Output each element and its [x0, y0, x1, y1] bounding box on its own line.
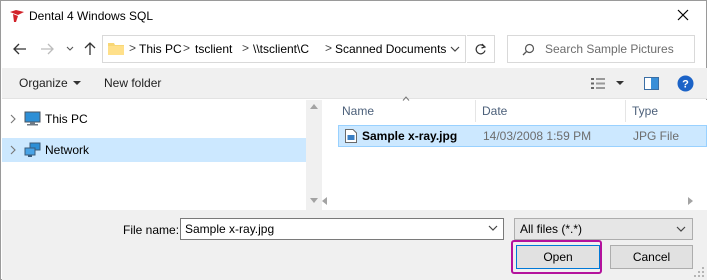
refresh-icon [475, 43, 487, 54]
navigation-pane: This PC Network [2, 100, 320, 210]
column-divider[interactable] [475, 100, 476, 122]
file-list-scrollbar[interactable] [322, 192, 707, 210]
chevron-down-icon [66, 46, 74, 51]
file-type-filter-value: All files (*.*) [520, 222, 583, 236]
image-file-icon [345, 129, 357, 143]
forward-button[interactable] [38, 39, 56, 59]
file-type: JPG File [633, 129, 680, 143]
breadcrumb-separator: > [242, 41, 250, 55]
file-date: 14/03/2008 1:59 PM [483, 129, 592, 143]
column-header-type[interactable]: Type [632, 100, 658, 122]
column-divider[interactable] [625, 100, 626, 122]
computer-icon [24, 111, 41, 126]
organize-menu[interactable]: Organize [19, 76, 81, 90]
breadcrumb-this-pc[interactable]: This PC [139, 42, 182, 56]
refresh-button[interactable] [467, 35, 495, 63]
breadcrumb-separator: > [129, 41, 137, 55]
organize-label: Organize [19, 76, 68, 90]
scroll-right-icon[interactable] [688, 197, 693, 205]
breadcrumb-tsclient[interactable]: tsclient [195, 42, 232, 56]
nav-item-label: This PC [45, 112, 88, 126]
file-type-filter[interactable]: All files (*.*) [514, 218, 693, 240]
window-title: Dental 4 Windows SQL [29, 9, 154, 23]
nav-item-this-pc[interactable]: This PC [2, 107, 307, 131]
sort-ascending-icon [402, 96, 410, 101]
help-icon[interactable]: ? [677, 75, 694, 92]
caret-down-icon[interactable] [616, 81, 624, 85]
chevron-right-icon[interactable] [9, 114, 17, 124]
nav-pane-scrollbar[interactable] [306, 100, 322, 210]
cancel-button[interactable]: Cancel [610, 245, 693, 269]
preview-pane-icon[interactable] [644, 77, 659, 90]
file-row[interactable]: Sample x-ray.jpg 14/03/2008 1:59 PM JPG … [338, 125, 707, 147]
address-bar[interactable]: > This PC > tsclient > \\tsclient\C > Sc… [102, 35, 466, 63]
breadcrumb-separator: > [183, 41, 191, 55]
chevron-down-icon [676, 226, 686, 232]
chevron-down-icon[interactable] [449, 42, 461, 56]
breadcrumb-tsclient-c[interactable]: \\tsclient\C [253, 42, 309, 56]
close-icon[interactable] [674, 6, 692, 24]
search-placeholder: Search Sample Pictures [545, 42, 674, 56]
app-logo-icon [10, 10, 24, 22]
arrow-up-icon [84, 42, 96, 55]
file-name-label: File name: [123, 223, 180, 237]
arrow-right-icon [41, 43, 54, 55]
new-folder-button[interactable]: New folder [104, 76, 161, 90]
arrow-left-icon [13, 43, 26, 55]
scroll-down-icon[interactable] [310, 198, 318, 203]
breadcrumb-separator: > [325, 41, 333, 55]
chevron-down-icon[interactable] [488, 224, 498, 232]
up-folder-button[interactable] [81, 39, 99, 59]
breadcrumb-scanned-documents[interactable]: Scanned Documents [335, 42, 446, 56]
resize-grip-icon[interactable] [694, 267, 704, 277]
command-bar: Organize New folder ? [2, 68, 707, 99]
scroll-left-icon[interactable] [322, 197, 327, 205]
recent-locations-button[interactable] [61, 39, 79, 59]
dialog-footer: File name: Sample x-ray.jpg All files (*… [2, 210, 707, 280]
column-header-name[interactable]: Name [342, 100, 374, 122]
view-options-icon[interactable] [591, 77, 607, 90]
caret-down-icon [72, 81, 81, 85]
file-name: Sample x-ray.jpg [362, 129, 458, 143]
file-open-dialog: Dental 4 Windows SQL > This PC > tsclien… [0, 0, 707, 280]
scroll-up-icon[interactable] [310, 104, 318, 109]
nav-item-label: Network [45, 143, 90, 157]
search-icon [522, 43, 535, 56]
search-box[interactable]: Search Sample Pictures [507, 35, 695, 63]
folder-icon [108, 43, 124, 55]
back-button[interactable] [11, 39, 29, 59]
svg-text:?: ? [682, 79, 689, 91]
open-button[interactable]: Open [516, 245, 600, 269]
title-bar: Dental 4 Windows SQL [1, 1, 706, 31]
nav-item-network[interactable]: Network [2, 138, 307, 162]
file-name-field[interactable]: Sample x-ray.jpg [180, 218, 504, 240]
column-header-date[interactable]: Date [482, 100, 507, 122]
chevron-right-icon[interactable] [9, 145, 17, 155]
network-icon [24, 142, 41, 157]
